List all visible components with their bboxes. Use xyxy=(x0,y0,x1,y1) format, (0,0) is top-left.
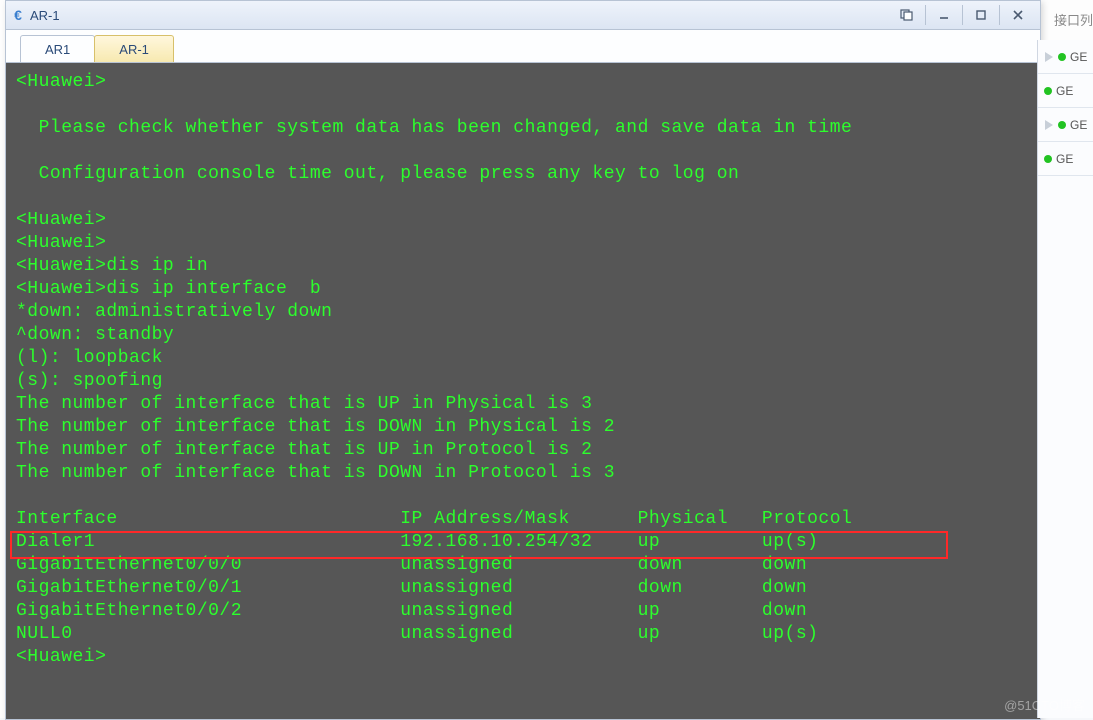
port-label: GE xyxy=(1070,50,1087,64)
terminal-window: € AR-1 AR1 AR-1 <Huawei> Please check w xyxy=(5,0,1041,720)
port-label: GE xyxy=(1056,84,1073,98)
panel-row[interactable]: GE xyxy=(1038,40,1093,74)
app-icon: € xyxy=(10,7,26,23)
tab-ar-1[interactable]: AR-1 xyxy=(94,35,174,62)
terminal-line: *down: administratively down xyxy=(16,301,1030,324)
terminal-line: <Huawei> xyxy=(16,232,1030,255)
status-dot-icon xyxy=(1058,53,1066,61)
terminal-line xyxy=(16,94,1030,117)
terminal-line: <Huawei> xyxy=(16,71,1030,94)
side-text: 接口列 xyxy=(1054,10,1093,29)
close-button[interactable] xyxy=(999,5,1036,25)
terminal-line: The number of interface that is DOWN in … xyxy=(16,462,1030,485)
window-title: AR-1 xyxy=(30,8,889,23)
terminal-line: (s): spoofing xyxy=(16,370,1030,393)
terminal-line: <Huawei>dis ip interface b xyxy=(16,278,1030,301)
terminal-line: <Huawei> xyxy=(16,209,1030,232)
terminal-line: Please check whether system data has bee… xyxy=(16,117,1030,140)
terminal-line: Interface IP Address/Mask Physical Proto… xyxy=(16,508,1030,531)
terminal-line: <Huawei>dis ip in xyxy=(16,255,1030,278)
maximize-button[interactable] xyxy=(962,5,999,25)
terminal-line: The number of interface that is DOWN in … xyxy=(16,416,1030,439)
tab-ar1[interactable]: AR1 xyxy=(20,35,95,62)
detach-button[interactable] xyxy=(889,5,925,25)
terminal-line: Dialer1 192.168.10.254/32 up up(s) xyxy=(16,531,1030,554)
collapse-icon xyxy=(1045,52,1053,62)
terminal-line: NULL0 unassigned up up(s) xyxy=(16,623,1030,646)
tab-bar: AR1 AR-1 xyxy=(6,30,1040,63)
watermark: @51CTO博客 xyxy=(1004,695,1085,714)
terminal-line: <Huawei> xyxy=(16,646,1030,669)
tab-label: AR-1 xyxy=(119,42,149,57)
tab-label: AR1 xyxy=(45,42,70,57)
terminal-line: GigabitEthernet0/0/1 unassigned down dow… xyxy=(16,577,1030,600)
titlebar[interactable]: € AR-1 xyxy=(6,1,1040,30)
terminal-line: The number of interface that is UP in Ph… xyxy=(16,393,1030,416)
port-label: GE xyxy=(1070,118,1087,132)
terminal-line xyxy=(16,485,1030,508)
terminal-output[interactable]: <Huawei> Please check whether system dat… xyxy=(6,63,1040,719)
port-label: GE xyxy=(1056,152,1073,166)
panel-row[interactable]: GE xyxy=(1038,74,1093,108)
terminal-line: GigabitEthernet0/0/2 unassigned up down xyxy=(16,600,1030,623)
terminal-line xyxy=(16,186,1030,209)
terminal-line: GigabitEthernet0/0/0 unassigned down dow… xyxy=(16,554,1030,577)
terminal-line: (l): loopback xyxy=(16,347,1030,370)
panel-row[interactable]: GE xyxy=(1038,142,1093,176)
terminal-line: The number of interface that is UP in Pr… xyxy=(16,439,1030,462)
status-dot-icon xyxy=(1058,121,1066,129)
collapse-icon xyxy=(1045,120,1053,130)
minimize-button[interactable] xyxy=(925,5,962,25)
terminal-line: Configuration console time out, please p… xyxy=(16,163,1030,186)
panel-row[interactable]: GE xyxy=(1038,108,1093,142)
status-dot-icon xyxy=(1044,87,1052,95)
terminal-line xyxy=(16,140,1030,163)
right-panel: GE GE GE GE xyxy=(1037,40,1093,718)
status-dot-icon xyxy=(1044,155,1052,163)
terminal-line: ^down: standby xyxy=(16,324,1030,347)
